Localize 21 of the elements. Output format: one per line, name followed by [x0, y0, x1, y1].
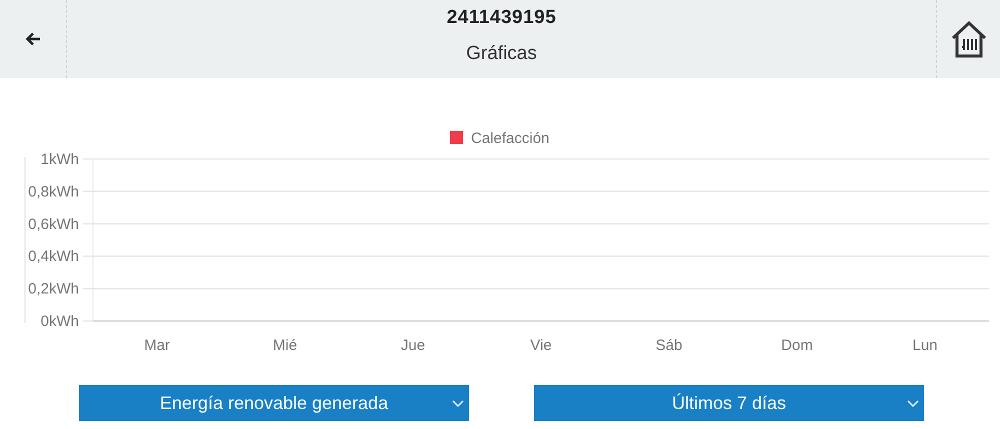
y-axis-label: 1kWh: [40, 151, 79, 168]
x-axis-label: Jue: [400, 337, 426, 354]
x-axis-label: Mié: [272, 337, 298, 354]
x-axis-label: Sáb: [656, 337, 682, 354]
x-axis-label: Dom: [781, 337, 813, 354]
chevron-down-icon: [452, 400, 464, 407]
y-axis-label: 0,8kWh: [28, 183, 79, 200]
dropdown-select[interactable]: Últimos 7 días: [534, 385, 924, 421]
chevron-down-icon: [907, 400, 919, 407]
y-axis-label: 0kWh: [40, 313, 79, 330]
x-axis-label: Vie: [530, 337, 552, 354]
legend-label[interactable]: Calefacción: [471, 130, 550, 147]
x-axis-label: Mar: [144, 337, 170, 354]
back-arrow-icon[interactable]: [25, 32, 41, 46]
device-id-title: 2411439195: [446, 7, 556, 29]
y-axis-label: 0,2kWh: [28, 280, 79, 298]
y-axis-label: 0,6kWh: [28, 216, 79, 233]
dropdown-select[interactable]: Energía renovable generada: [79, 385, 469, 421]
page-subtitle: Gráficas: [466, 43, 537, 65]
x-axis-label: Lun: [912, 337, 938, 354]
y-axis-label: 0,4kWh: [28, 248, 79, 266]
